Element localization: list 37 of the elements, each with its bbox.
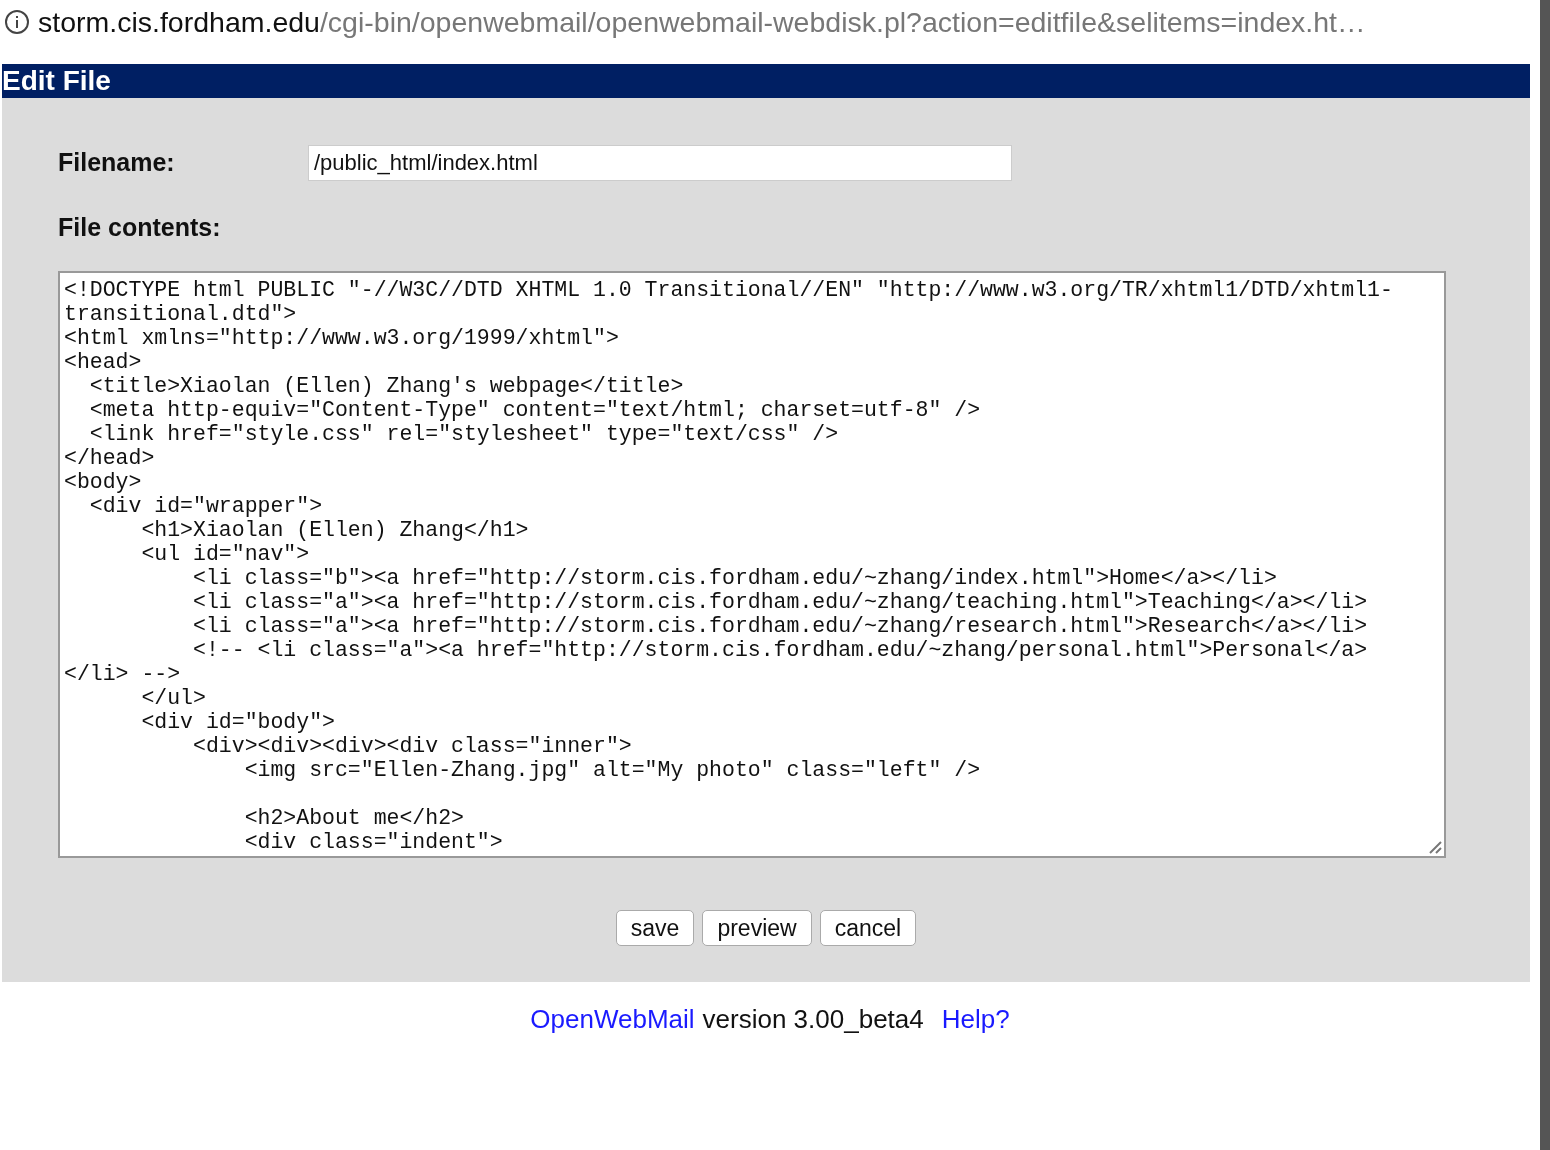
code-line: <h1>Xiaolan (Ellen) Zhang</h1> — [140, 517, 529, 542]
code-line: <div id="body"> — [140, 709, 335, 734]
code-line: </ul> — [140, 685, 206, 710]
code-line: transitional.dtd"> — [64, 301, 297, 326]
form-button[interactable]: preview — [702, 909, 812, 946]
field-label: File contents: — [58, 212, 222, 243]
code-line: <ul id="nav"> — [140, 541, 310, 566]
resize-handle-icon[interactable] — [1428, 839, 1442, 854]
help-link[interactable]: Help? — [941, 1000, 1010, 1039]
url-text[interactable]: storm.cis.fordham.edu/cgi-bin/openwebmail/openwebmail-webdisk.pl?action=editfile&selitems=index.ht… — [38, 0, 1366, 44]
openwebmail-link[interactable]: OpenWebMail — [530, 1000, 695, 1039]
code-line: <h2>About me</h2> — [243, 805, 464, 830]
code-line: <link href="style.css" rel="stylesheet" type="text/css" /> — [88, 421, 839, 446]
code-line: <head> — [64, 349, 142, 374]
code-line: <div><div><div><div class="inner"> — [192, 733, 632, 758]
code-line: <!-- <li class="a"><a href="http://storm.cis.fordham.edu/~zhang/personal.html">Personal</a> — [192, 637, 1368, 662]
version-text: version 3.00_beta4 — [702, 1003, 924, 1036]
code-line: <div class="indent"> — [243, 829, 503, 854]
code-line: <div id="wrapper"> — [88, 493, 323, 518]
file-contents-textarea[interactable] — [58, 270, 1446, 858]
code-line: <html xmlns="http://www.w3.org/1999/xhtml"> — [64, 325, 619, 350]
field-label: Filename: — [58, 147, 176, 179]
code-line: <body> — [64, 469, 142, 494]
form-button[interactable]: save — [615, 909, 695, 946]
code-line: <img src="Ellen-Zhang.jpg" alt="My photo" class="left" /> — [243, 757, 981, 782]
info-icon[interactable] — [4, 9, 30, 35]
code-line: <!DOCTYPE html PUBLIC "-//W3C//DTD XHTML 1.0 Transitional//EN" "http://www.w3.org/TR/xhtml1/DTD/xhtml1- — [64, 277, 1393, 302]
code-line: <li class="a"><a href="http://storm.cis.fordham.edu/~zhang/research.html">Research</a></li> — [192, 613, 1368, 638]
code-line: <meta http-equiv="Content-Type" content="text/html; charset=utf-8" /> — [88, 397, 981, 422]
code-line: <title>Xiaolan (Ellen) Zhang's webpage</title> — [88, 373, 684, 398]
filename-field[interactable]: /public_html/index.html — [308, 145, 1012, 181]
form-button[interactable]: cancel — [819, 909, 917, 946]
code-line: <li class="b"><a href="http://storm.cis.fordham.edu/~zhang/index.html">Home</a></li> — [192, 565, 1277, 590]
code-line: <li class="a"><a href="http://storm.cis.fordham.edu/~zhang/teaching.html">Teaching</a></li> — [192, 589, 1368, 614]
code-line: </head> — [64, 445, 155, 470]
code-line: </li> --> — [64, 661, 181, 686]
page-title: Edit File — [2, 67, 111, 95]
